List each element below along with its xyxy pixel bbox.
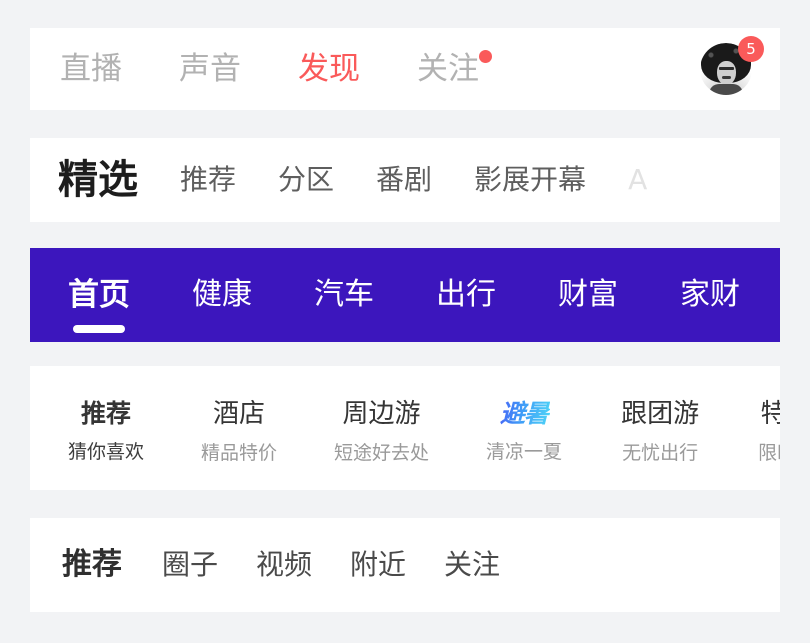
featured-nav: 精选 推荐 分区 番剧 影展开幕 A [30,138,780,222]
purple-nav-item-health[interactable]: 健康 [192,280,252,310]
top-nav-label: 声音 [179,50,241,87]
travel-nav-title: 推荐 [70,394,143,434]
travel-nav-title-label: 特价 [760,398,780,429]
bottom-nav-item-recommend[interactable]: 推荐 [62,541,125,582]
travel-nav-item-nearby-tour[interactable]: 周边游 短途好去处 [334,394,429,463]
avatar-eyes [719,67,734,70]
travel-nav-subtitle: 猜你喜欢 [68,441,145,463]
purple-nav-item-travel[interactable]: 出行 [436,280,496,310]
active-tab-indicator [73,324,125,333]
avatar-button[interactable]: 5 [700,36,764,95]
bottom-nav-label: 附近 [350,548,407,581]
featured-nav-label: 影展开幕 [474,163,587,196]
travel-nav: 推荐 猜你喜欢 酒店 精品特价 周边游 短途好去处 避暑 清凉一夏 跟团游 无忧… [30,366,780,490]
avatar-body [709,84,743,95]
purple-nav-label: 财富 [558,277,618,312]
bottom-nav-label: 视频 [256,548,313,581]
purple-nav-label: 健康 [192,277,252,312]
travel-nav-subtitle: 短途好去处 [334,441,430,464]
top-nav-item-live[interactable]: 直播 [60,50,122,87]
notification-badge[interactable]: 5 [738,36,764,62]
bottom-nav-item-nearby[interactable]: 附近 [350,551,406,579]
notification-dot-icon [479,49,492,63]
featured-nav-label: 番剧 [376,163,433,196]
purple-nav-item-wealth[interactable]: 财富 [558,280,618,310]
travel-nav-subtitle: 精品特价 [201,441,278,464]
featured-nav-item-recommend[interactable]: 推荐 [180,166,236,194]
featured-nav-item-overflow[interactable]: A [628,166,647,194]
bottom-nav-item-video[interactable]: 视频 [256,551,312,579]
top-nav-label: 直播 [60,50,122,87]
avatar-face [717,61,736,85]
top-nav-item-following[interactable]: 关注 [417,49,492,87]
travel-nav-item-deals[interactable]: 特价 限时优 [758,394,780,463]
top-nav-label: 关注 [417,50,479,87]
travel-nav-title-label: 推荐 [81,399,132,428]
travel-nav-subtitle: 清凉一夏 [486,441,563,463]
bottom-nav: 推荐 圈子 视频 附近 关注 [30,518,780,612]
travel-nav-title: 特价 [759,394,780,435]
top-nav: 直播 声音 发现 关注 5 [30,28,780,110]
purple-nav-label: 家财 [680,277,740,312]
travel-nav-title-label: 跟团游 [621,398,700,429]
travel-nav-item-hotel[interactable]: 酒店 精品特价 [201,394,277,463]
travel-nav-title-label: 酒店 [213,398,266,429]
summer-escape-logo: 避暑 [498,394,550,434]
bottom-nav-label: 推荐 [62,547,122,582]
travel-nav-card: 推荐 猜你喜欢 酒店 精品特价 周边游 短途好去处 避暑 清凉一夏 跟团游 无忧… [30,366,780,490]
bottom-nav-card: 推荐 圈子 视频 附近 关注 [30,518,780,612]
featured-nav-card: 精选 推荐 分区 番剧 影展开幕 A [30,138,780,222]
bottom-nav-label: 圈子 [162,548,219,581]
travel-nav-title-label: 周边游 [342,398,421,429]
purple-nav-label: 出行 [436,277,496,312]
featured-nav-label: 精选 [58,157,138,203]
featured-nav-label: 推荐 [180,163,237,196]
purple-nav-label: 汽车 [314,277,374,312]
purple-nav-item-home[interactable]: 首页 [68,276,130,333]
featured-nav-item-jingxuan[interactable]: 精选 [54,157,143,203]
purple-nav: 首页 健康 汽车 出行 财富 家财 [30,248,780,342]
travel-nav-item-group-tour[interactable]: 跟团游 无忧出行 [619,394,701,463]
purple-nav-label: 首页 [68,276,130,313]
top-nav-item-sound[interactable]: 声音 [179,50,241,87]
purple-nav-item-auto[interactable]: 汽车 [314,280,374,310]
featured-nav-label: A [628,163,648,196]
purple-nav-card: 首页 健康 汽车 出行 财富 家财 [30,248,780,342]
bottom-nav-item-following[interactable]: 关注 [444,551,500,579]
purple-nav-item-family-finance[interactable]: 家财 [680,280,740,310]
travel-nav-title: 跟团游 [619,394,701,435]
top-nav-card: 直播 声音 发现 关注 5 [30,28,780,110]
travel-nav-item-recommend[interactable]: 推荐 猜你喜欢 [68,394,144,462]
bottom-nav-item-circles[interactable]: 圈子 [162,551,218,579]
avatar-mouth [722,76,731,79]
featured-nav-item-anime[interactable]: 番剧 [376,166,432,194]
featured-nav-label: 分区 [278,163,335,196]
travel-nav-subtitle: 无忧出行 [622,441,699,464]
featured-nav-item-category[interactable]: 分区 [278,166,334,194]
travel-nav-title: 周边游 [341,394,423,435]
travel-nav-item-summer-escape[interactable]: 避暑 清凉一夏 [486,394,562,462]
top-nav-item-discover[interactable]: 发现 [298,50,360,87]
travel-nav-subtitle: 限时优 [758,441,780,464]
top-nav-label: 发现 [298,50,360,87]
travel-nav-title: 酒店 [211,394,267,435]
screenshot-root: 直播 声音 发现 关注 5 精选 推荐 分区 番剧 影展开幕 A 首页 健康 汽… [0,0,810,643]
featured-nav-item-filmfest[interactable]: 影展开幕 [474,166,586,194]
bottom-nav-label: 关注 [444,548,501,581]
